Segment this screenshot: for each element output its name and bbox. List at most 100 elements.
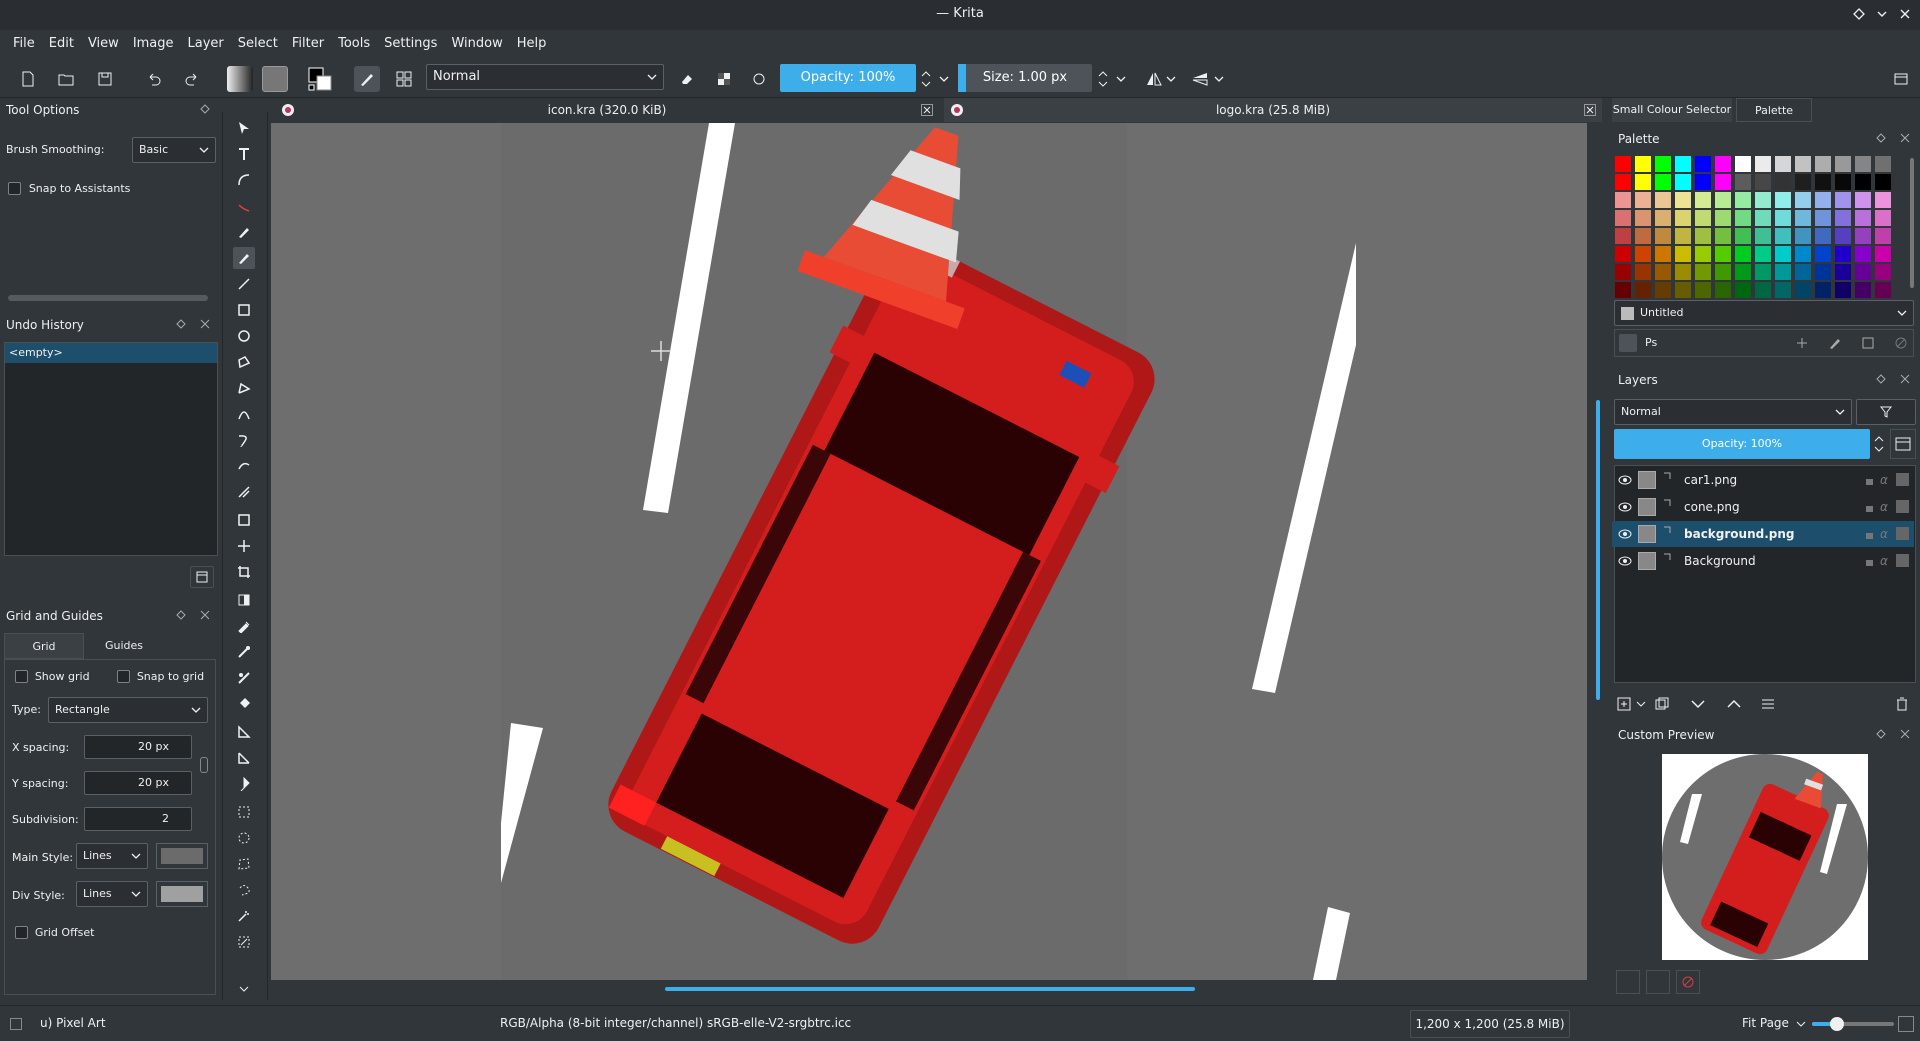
layer-filter-button[interactable] [1856, 399, 1916, 425]
color-selector-icon[interactable] [307, 66, 333, 92]
tab-guides[interactable]: Guides [84, 633, 164, 659]
tool-options-scrollbar[interactable] [8, 295, 208, 301]
brush-smoothing-select[interactable]: Basic [132, 137, 216, 163]
canvas-hscrollbar[interactable] [665, 987, 1195, 991]
gradient-preset-icon[interactable] [227, 66, 253, 92]
measure-tool-icon[interactable] [233, 721, 255, 743]
smart-patch-icon[interactable] [233, 641, 255, 663]
line-tool-icon[interactable] [233, 273, 255, 295]
palette-swatch[interactable] [1855, 192, 1871, 208]
x-spacing-input[interactable]: 20 px [84, 735, 192, 759]
palette-swatch[interactable] [1855, 228, 1871, 244]
palette-swatch[interactable] [1615, 174, 1631, 190]
palette-swatch[interactable] [1635, 264, 1651, 280]
palette-swatch[interactable] [1795, 174, 1811, 190]
undo-config-icon[interactable] [190, 566, 214, 588]
alpha-lock-icon[interactable]: α [1880, 494, 1888, 520]
status-dimensions[interactable]: 1,200 x 1,200 (25.8 MiB) [1410, 1010, 1570, 1038]
remove-swatch-icon[interactable] [1894, 336, 1908, 350]
close-docker-icon[interactable] [1900, 374, 1910, 384]
palette-swatch[interactable] [1675, 192, 1691, 208]
preview-option-icon[interactable] [1646, 970, 1670, 994]
preserve-alpha-icon[interactable] [711, 66, 737, 92]
close-tab-icon[interactable] [1584, 104, 1596, 116]
palette-swatch[interactable] [1855, 174, 1871, 190]
palette-swatch[interactable] [1655, 246, 1671, 262]
palette-swatch[interactable] [1715, 264, 1731, 280]
calligraphy-icon[interactable] [233, 195, 255, 217]
crop-tool-icon[interactable] [233, 561, 255, 583]
palette-swatch[interactable] [1815, 246, 1831, 262]
add-swatch-icon[interactable] [1795, 336, 1809, 350]
close-docker-icon[interactable] [200, 610, 210, 620]
menu-layer[interactable]: Layer [181, 30, 231, 58]
menu-help[interactable]: Help [510, 30, 554, 58]
palette-swatch[interactable] [1775, 282, 1791, 298]
menu-settings[interactable]: Settings [377, 30, 444, 58]
lock-icon[interactable] [1864, 474, 1874, 486]
show-grid-checkbox[interactable] [15, 670, 28, 683]
undo-item[interactable]: <empty> [5, 343, 217, 363]
rect-select-icon[interactable] [233, 801, 255, 823]
palette-swatch[interactable] [1695, 246, 1711, 262]
palette-swatch[interactable] [1755, 246, 1771, 262]
y-spacing-input[interactable]: 20 px [84, 771, 192, 795]
palette-swatch[interactable] [1655, 174, 1671, 190]
palette-swatch[interactable] [1675, 210, 1691, 226]
gradient-tool-icon[interactable] [233, 589, 255, 611]
close-tab-icon[interactable] [921, 104, 933, 116]
eye-icon[interactable] [1618, 555, 1632, 567]
eye-icon[interactable] [1618, 474, 1632, 486]
palette-swatch[interactable] [1835, 228, 1851, 244]
layer-row[interactable]: cone.png α [1612, 494, 1914, 520]
palette-swatch[interactable] [1875, 192, 1891, 208]
palette-swatch[interactable] [1735, 282, 1751, 298]
palette-swatch[interactable] [1835, 210, 1851, 226]
palette-swatch[interactable] [1655, 192, 1671, 208]
brush-preset-icon[interactable] [354, 66, 380, 92]
palette-swatch[interactable] [1635, 282, 1651, 298]
grid-type-select[interactable]: Rectangle [48, 697, 208, 723]
main-color-button[interactable] [156, 843, 208, 869]
snap-assistants-checkbox[interactable] [8, 182, 21, 195]
close-docker-icon[interactable] [200, 319, 210, 329]
alpha-lock-icon[interactable]: α [1880, 467, 1888, 493]
palette-swatch[interactable] [1855, 282, 1871, 298]
palette-swatch[interactable] [1615, 264, 1631, 280]
menu-edit[interactable]: Edit [42, 30, 81, 58]
eraser-mode-icon[interactable] [674, 66, 700, 92]
move-layer-down-icon[interactable] [1690, 698, 1706, 710]
size-chevron-icon[interactable] [1113, 66, 1129, 92]
palette-swatch[interactable] [1715, 192, 1731, 208]
palette-swatch[interactable] [1795, 210, 1811, 226]
move-layer-up-icon[interactable] [1726, 698, 1742, 710]
save-palette-icon[interactable] [1861, 336, 1875, 350]
layer-properties-icon[interactable] [1890, 429, 1916, 459]
snap-grid-checkbox[interactable] [117, 670, 130, 683]
menu-file[interactable]: File [6, 30, 42, 58]
palette-swatch[interactable] [1695, 210, 1711, 226]
reference-tool-icon[interactable] [233, 773, 255, 795]
palette-swatch[interactable] [1875, 210, 1891, 226]
palette-swatch[interactable] [1835, 174, 1851, 190]
palette-swatch[interactable] [1835, 282, 1851, 298]
palette-swatch[interactable] [1855, 264, 1871, 280]
redo-icon[interactable] [179, 66, 205, 92]
palette-swatch[interactable] [1755, 264, 1771, 280]
grid-offset-checkbox[interactable] [15, 926, 28, 939]
inherit-alpha-icon[interactable] [1896, 500, 1909, 513]
lock-icon[interactable] [1864, 555, 1874, 567]
inherit-alpha-icon[interactable] [1896, 554, 1909, 567]
color-picker-icon[interactable] [233, 615, 255, 637]
palette-swatch[interactable] [1695, 228, 1711, 244]
palette-swatch[interactable] [1815, 210, 1831, 226]
size-slider[interactable]: Size: 1.00 px [958, 64, 1092, 92]
tab-icon-kra[interactable]: icon.kra (320.0 KiB) [271, 98, 943, 122]
tab-grid[interactable]: Grid [4, 633, 84, 659]
inherit-alpha-icon[interactable] [1896, 473, 1909, 486]
snap-grid-row[interactable]: Snap to grid [117, 669, 204, 683]
div-style-select[interactable]: Lines [76, 881, 148, 907]
undo-icon[interactable] [141, 66, 167, 92]
palette-swatch[interactable] [1615, 210, 1631, 226]
palette-swatch[interactable] [1815, 264, 1831, 280]
